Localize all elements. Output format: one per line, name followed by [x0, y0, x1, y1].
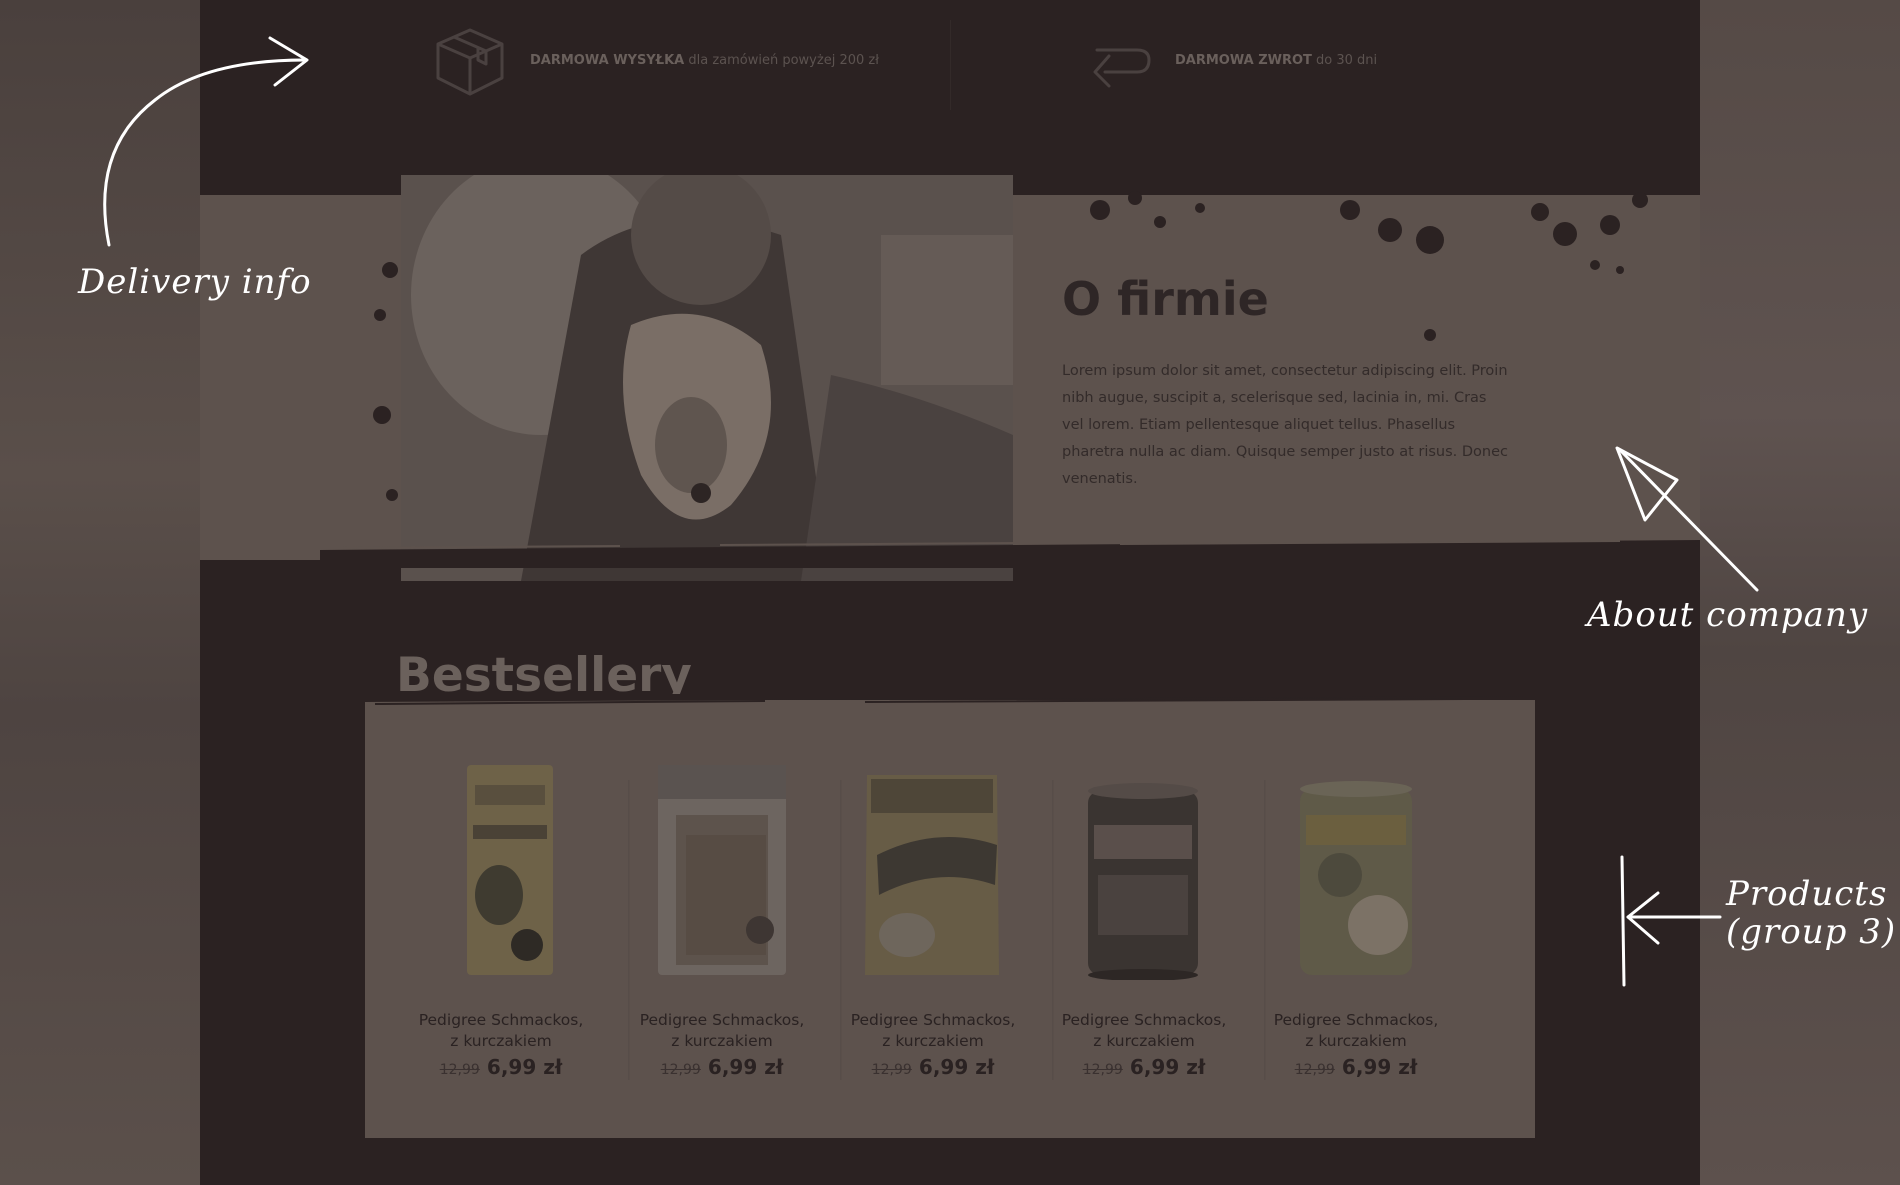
man-with-dog-image: [401, 175, 1013, 581]
free-return-label: DARMOWA ZWROT: [1175, 52, 1312, 68]
free-shipping-item: DARMOWA WYSYŁKA dla zamówień powyżej 200…: [430, 0, 879, 120]
delivery-divider: [950, 20, 951, 110]
brush-stroke-bottom: [320, 540, 1700, 568]
annotation-delivery-info: Delivery info: [78, 262, 312, 302]
current-price: 6,99 zł: [1129, 1055, 1206, 1079]
product-price: 12,99 6,99 zł: [827, 1055, 1039, 1079]
product-price: 12,99 6,99 zł: [616, 1055, 828, 1079]
free-return-condition: do 30 dni: [1316, 52, 1378, 68]
old-price: 12,99: [1082, 1062, 1123, 1078]
product-card[interactable]: Pedigree Schmackos, z kurczakiem 12,99 6…: [1250, 755, 1462, 1080]
old-price: 12,99: [439, 1062, 480, 1078]
free-shipping-condition: dla zamówień powyżej 200 zł: [688, 52, 879, 68]
product-name-line2[interactable]: z kurczakiem: [1093, 1032, 1195, 1050]
product-price: 12,99 6,99 zł: [1250, 1055, 1462, 1079]
current-price: 6,99 zł: [1341, 1055, 1418, 1079]
annotation-products: Products (group 3): [1726, 875, 1896, 951]
product-image[interactable]: [1038, 755, 1250, 980]
product-name[interactable]: Pedigree Schmackos, z kurczakiem: [616, 1010, 828, 1052]
free-shipping-label: DARMOWA WYSYŁKA: [530, 52, 685, 68]
product-card[interactable]: Pedigree Schmackos, z kurczakiem 12,99 6…: [827, 755, 1039, 1080]
free-shipping-text: DARMOWA WYSYŁKA dla zamówień powyżej 200…: [530, 53, 879, 68]
about-arrow-icon: [1615, 446, 1759, 592]
annotation-products-line1: Products: [1726, 874, 1888, 914]
current-price: 6,99 zł: [486, 1055, 563, 1079]
delivery-arrow-icon: [103, 36, 309, 247]
product-card[interactable]: Pedigree Schmackos, z kurczakiem 12,99 6…: [1038, 755, 1250, 1080]
about-title: O firmie: [1062, 272, 1269, 326]
return-arrow-icon: [1093, 48, 1151, 88]
products-panel: Pedigree Schmackos, z kurczakiem 12,99 6…: [365, 694, 1535, 1138]
current-price: 6,99 zł: [918, 1055, 995, 1079]
box-icon: [436, 28, 504, 96]
free-return-item: DARMOWA ZWROT do 30 dni: [1075, 0, 1377, 120]
product-name-line2[interactable]: z kurczakiem: [450, 1032, 552, 1050]
product-price: 12,99 6,99 zł: [395, 1055, 607, 1079]
product-image[interactable]: [1250, 755, 1462, 980]
product-image[interactable]: [616, 755, 828, 980]
current-price: 6,99 zł: [707, 1055, 784, 1079]
product-name-line2[interactable]: z kurczakiem: [882, 1032, 984, 1050]
product-name-line2[interactable]: z kurczakiem: [1305, 1032, 1407, 1050]
product-name[interactable]: Pedigree Schmackos, z kurczakiem: [1250, 1010, 1462, 1052]
product-name-line1[interactable]: Pedigree Schmackos,: [640, 1011, 805, 1029]
product-image[interactable]: [827, 755, 1039, 980]
page: DARMOWA WYSYŁKA dla zamówień powyżej 200…: [200, 0, 1700, 1185]
products-arrow-icon: [1620, 855, 1722, 987]
product-name-line1[interactable]: Pedigree Schmackos,: [419, 1011, 584, 1029]
product-name-line2[interactable]: z kurczakiem: [671, 1032, 773, 1050]
product-name-line1[interactable]: Pedigree Schmackos,: [851, 1011, 1016, 1029]
product-name-line1[interactable]: Pedigree Schmackos,: [1274, 1011, 1439, 1029]
annotation-about-company: About company: [1587, 595, 1869, 635]
free-return-text: DARMOWA ZWROT do 30 dni: [1175, 53, 1377, 68]
product-price: 12,99 6,99 zł: [1038, 1055, 1250, 1079]
old-price: 12,99: [871, 1062, 912, 1078]
product-name[interactable]: Pedigree Schmackos, z kurczakiem: [827, 1010, 1039, 1052]
product-card[interactable]: Pedigree Schmackos, z kurczakiem 12,99 6…: [616, 755, 828, 1080]
delivery-strip: DARMOWA WYSYŁKA dla zamówień powyżej 200…: [200, 0, 1700, 120]
about-photo: [401, 175, 1013, 581]
about-description: Lorem ipsum dolor sit amet, consectetur …: [1062, 363, 1508, 487]
annotation-products-line2: (group 3): [1726, 912, 1897, 952]
product-name-line1[interactable]: Pedigree Schmackos,: [1062, 1011, 1227, 1029]
old-price: 12,99: [660, 1062, 701, 1078]
product-name[interactable]: Pedigree Schmackos, z kurczakiem: [1038, 1010, 1250, 1052]
brush-stroke-top: [365, 694, 1535, 705]
product-image[interactable]: [395, 755, 607, 980]
product-name[interactable]: Pedigree Schmackos, z kurczakiem: [395, 1010, 607, 1052]
product-card[interactable]: Pedigree Schmackos, z kurczakiem 12,99 6…: [395, 755, 607, 1080]
old-price: 12,99: [1294, 1062, 1335, 1078]
